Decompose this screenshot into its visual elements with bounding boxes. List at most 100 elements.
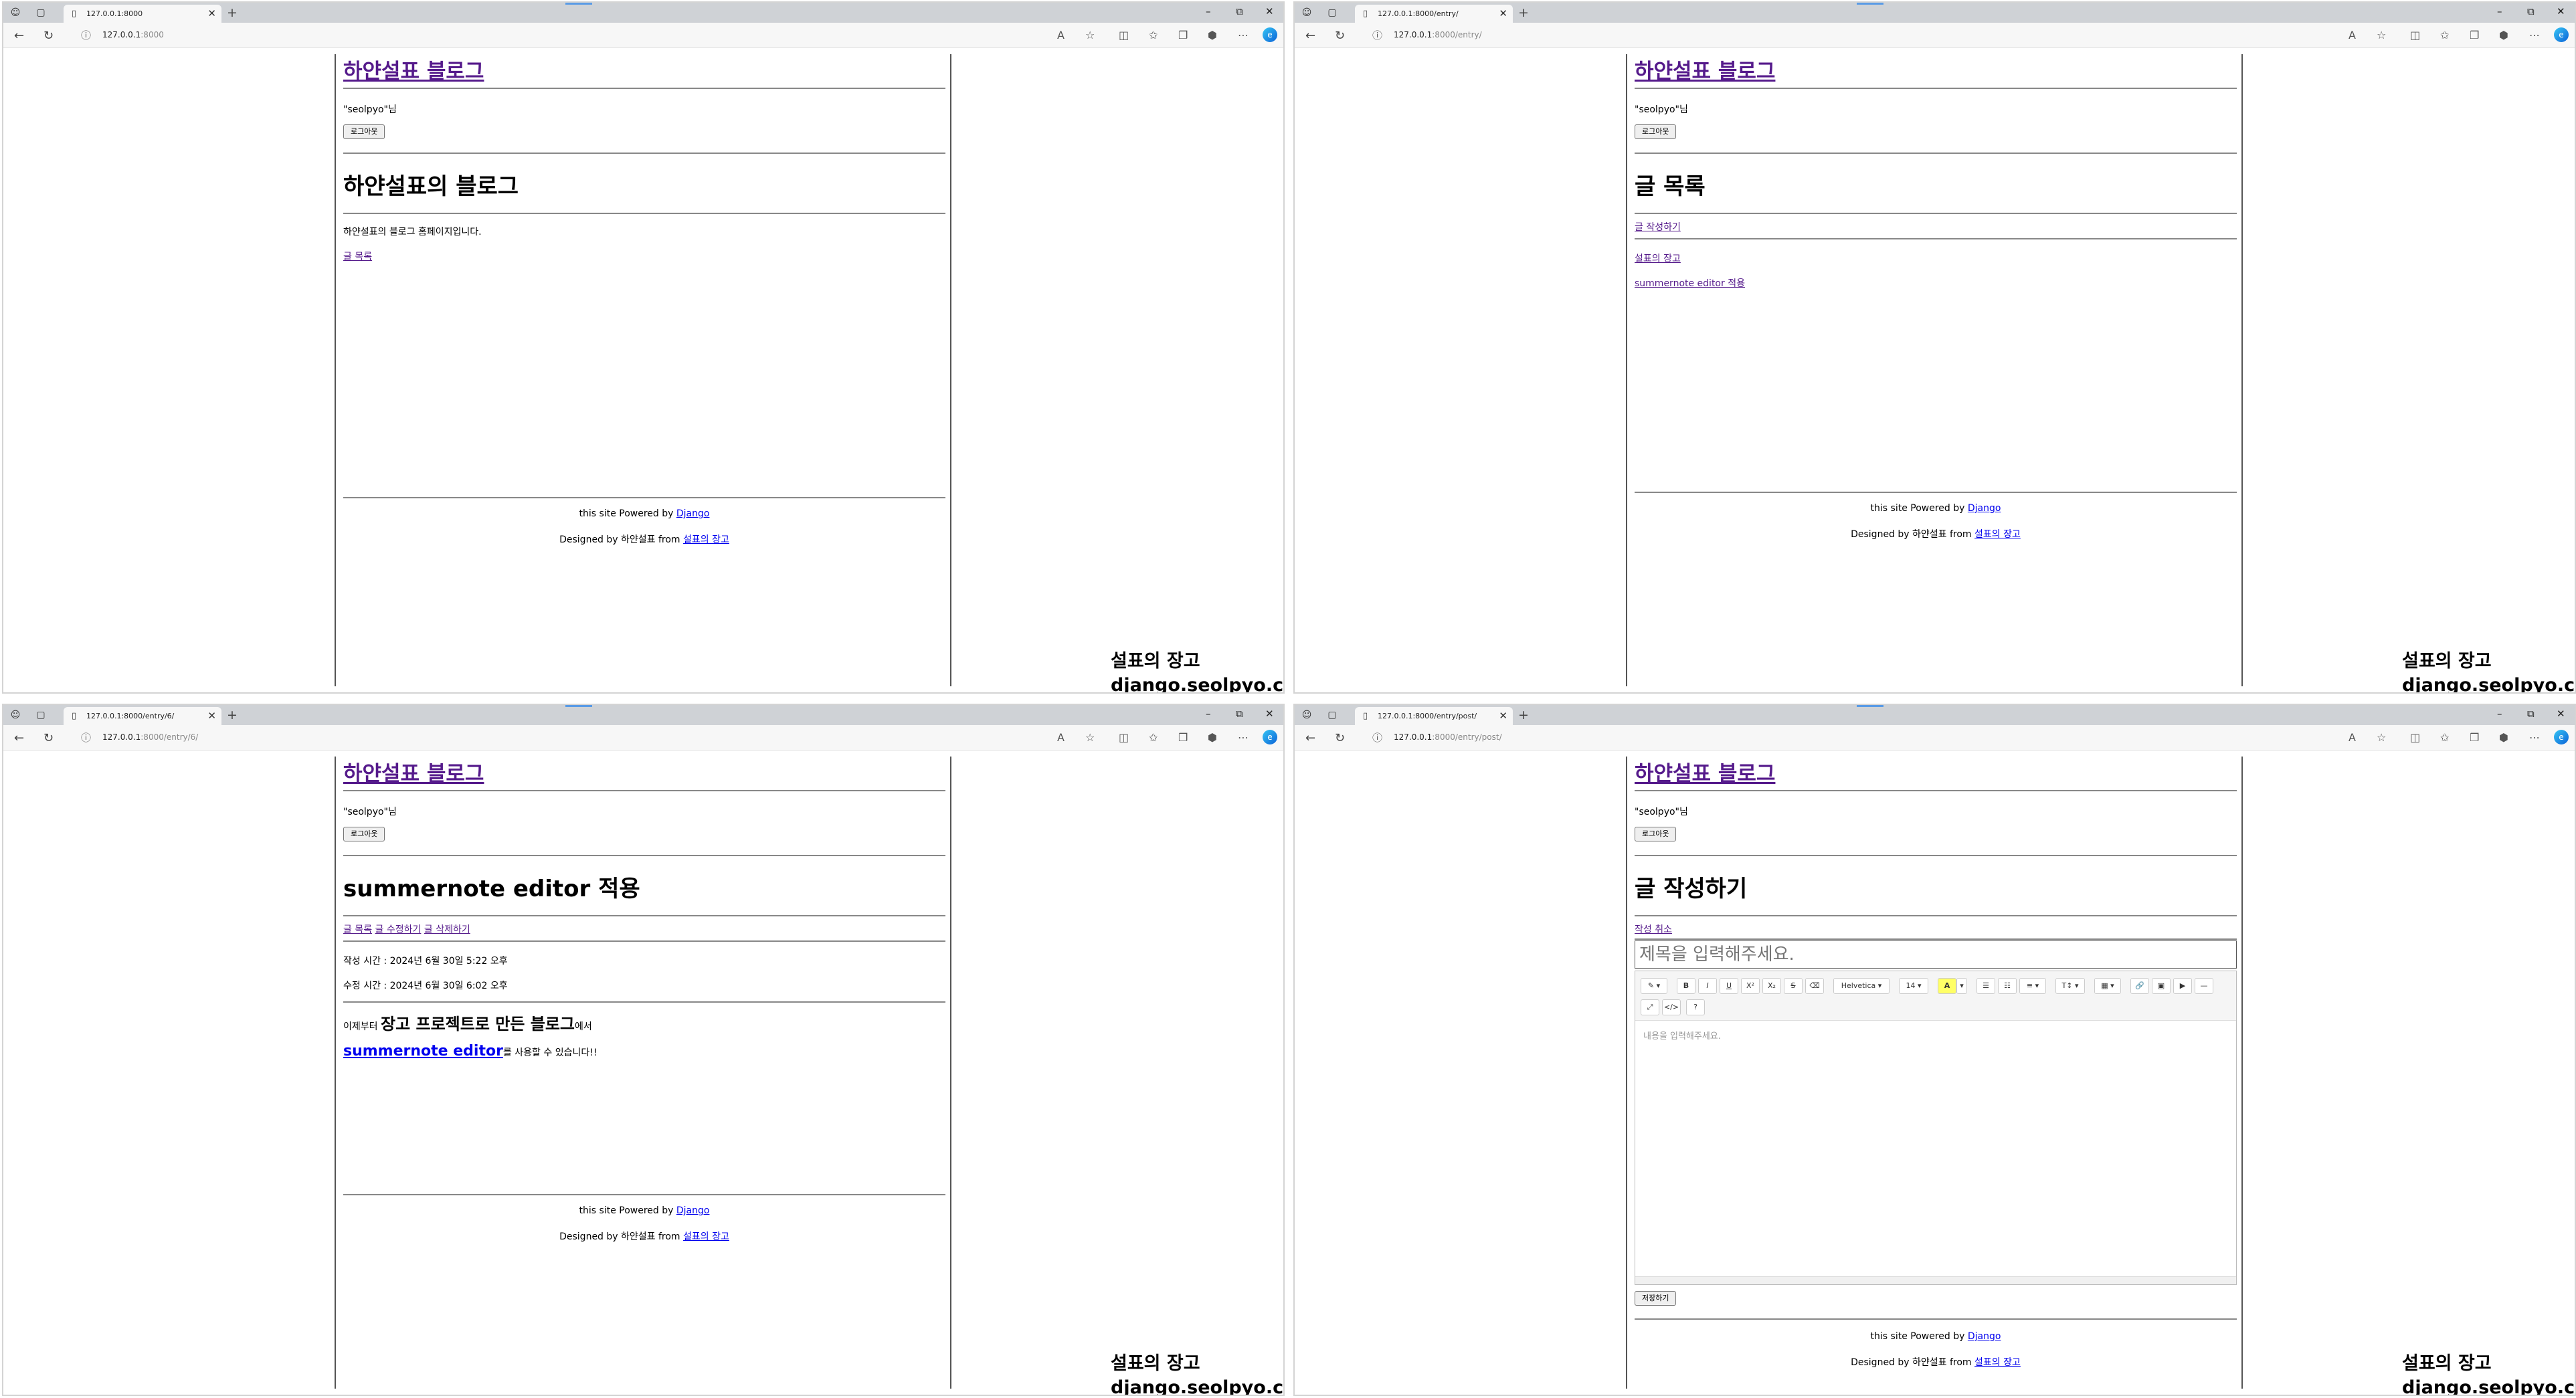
- font-name-dropdown[interactable]: Helvetica ▾: [1833, 978, 1890, 994]
- refresh-icon[interactable]: ↻: [1335, 731, 1345, 745]
- url-field[interactable]: ⓘ 127.0.0.1:8000/entry/post/: [1367, 729, 2344, 746]
- more-icon[interactable]: ⋯: [1238, 29, 1249, 41]
- seolpyo-django-link[interactable]: 설표의 장고: [1974, 1357, 2021, 1368]
- read-aloud-icon[interactable]: A: [1057, 731, 1065, 744]
- new-tab-button[interactable]: +: [227, 708, 238, 722]
- line-height-dropdown[interactable]: T↕ ▾: [2055, 978, 2085, 994]
- favorite-star-icon[interactable]: ☆: [1085, 29, 1095, 41]
- split-screen-icon[interactable]: ◫: [2410, 731, 2420, 744]
- favorites-icon[interactable]: ✩: [1149, 731, 1158, 744]
- close-icon[interactable]: ✕: [2557, 5, 2565, 17]
- tab-actions-icon[interactable]: ▢: [35, 7, 46, 18]
- entry-list-link[interactable]: 글 목록: [343, 249, 372, 263]
- more-icon[interactable]: ⋯: [2529, 731, 2540, 744]
- url-field[interactable]: ⓘ 127.0.0.1:8000/entry/: [1367, 27, 2344, 44]
- extension-icon[interactable]: ⬢: [1208, 29, 1217, 41]
- tab-close-icon[interactable]: ✕: [207, 7, 216, 19]
- favorite-star-icon[interactable]: ☆: [2377, 29, 2386, 41]
- new-tab-button[interactable]: +: [1518, 708, 1529, 722]
- help-icon[interactable]: ?: [1686, 999, 1705, 1015]
- editor-resize-bar[interactable]: [1635, 1276, 2236, 1284]
- delete-entry-link[interactable]: 글 삭제하기: [424, 924, 470, 935]
- profile-icon[interactable]: ☺: [1301, 7, 1312, 18]
- profile-icon[interactable]: ☺: [10, 710, 21, 720]
- favorite-star-icon[interactable]: ☆: [2377, 731, 2386, 744]
- bold-button[interactable]: B: [1677, 978, 1695, 994]
- collections-icon[interactable]: ❐: [1178, 29, 1188, 41]
- url-field[interactable]: ⓘ 127.0.0.1:8000: [76, 27, 1052, 44]
- tab-close-icon[interactable]: ✕: [1499, 7, 1507, 19]
- fullscreen-icon[interactable]: ⤢: [1641, 999, 1659, 1015]
- code-view-icon[interactable]: </>: [1662, 999, 1681, 1015]
- strikethrough-button[interactable]: S: [1784, 978, 1803, 994]
- info-icon[interactable]: ⓘ: [1372, 28, 1382, 42]
- minimize-icon[interactable]: –: [2497, 708, 2502, 720]
- logout-button[interactable]: 로그아웃: [343, 827, 385, 841]
- seolpyo-django-link[interactable]: 설표의 장고: [683, 534, 729, 545]
- info-icon[interactable]: ⓘ: [81, 730, 91, 744]
- tab-actions-icon[interactable]: ▢: [35, 710, 46, 720]
- read-aloud-icon[interactable]: A: [2349, 29, 2356, 41]
- new-tab-button[interactable]: +: [227, 5, 238, 20]
- close-icon[interactable]: ✕: [2557, 708, 2565, 720]
- entry-list-link[interactable]: 글 목록: [343, 924, 372, 935]
- more-icon[interactable]: ⋯: [1238, 731, 1249, 744]
- back-icon[interactable]: ←: [14, 731, 24, 745]
- tab-actions-icon[interactable]: ▢: [1327, 710, 1338, 720]
- collections-icon[interactable]: ❐: [2470, 29, 2479, 41]
- django-link[interactable]: Django: [676, 508, 710, 519]
- profile-icon[interactable]: ☺: [10, 7, 21, 18]
- split-screen-icon[interactable]: ◫: [1119, 731, 1129, 744]
- italic-button[interactable]: I: [1698, 978, 1717, 994]
- browser-tab[interactable]: ▯ 127.0.0.1:8000/entry/post/ ✕: [1355, 707, 1513, 725]
- copilot-icon[interactable]: e: [1263, 730, 1277, 744]
- entry-link-1[interactable]: 설표의 장고: [1635, 252, 1681, 265]
- horizontal-rule-icon[interactable]: —: [2195, 978, 2213, 994]
- info-icon[interactable]: ⓘ: [1372, 730, 1382, 744]
- seolpyo-django-link[interactable]: 설표의 장고: [1974, 529, 2021, 540]
- extension-icon[interactable]: ⬢: [2499, 731, 2508, 744]
- font-size-dropdown[interactable]: 14 ▾: [1899, 978, 1928, 994]
- refresh-icon[interactable]: ↻: [1335, 29, 1345, 43]
- blog-title-link[interactable]: 하얀설표 블로그: [1635, 757, 1775, 787]
- favorite-star-icon[interactable]: ☆: [1085, 731, 1095, 744]
- underline-button[interactable]: U: [1720, 978, 1738, 994]
- restore-icon[interactable]: ⧉: [2527, 708, 2535, 720]
- blog-title-link[interactable]: 하얀설표 블로그: [1635, 54, 1775, 84]
- collections-icon[interactable]: ❐: [2470, 731, 2479, 744]
- collections-icon[interactable]: ❐: [1178, 731, 1188, 744]
- tab-close-icon[interactable]: ✕: [1499, 710, 1507, 722]
- django-link[interactable]: Django: [1968, 1331, 2001, 1342]
- cancel-write-link[interactable]: 작성 취소: [1635, 922, 1672, 936]
- close-icon[interactable]: ✕: [1265, 708, 1274, 720]
- table-dropdown[interactable]: ▦ ▾: [2094, 978, 2121, 994]
- logout-button[interactable]: 로그아웃: [1635, 827, 1677, 841]
- save-button[interactable]: 저장하기: [1635, 1291, 1677, 1306]
- favorites-icon[interactable]: ✩: [2440, 29, 2449, 41]
- editor-content-area[interactable]: 내용을 입력해주세요.: [1643, 1029, 1721, 1041]
- tab-close-icon[interactable]: ✕: [207, 710, 216, 722]
- browser-tab[interactable]: ▯ 127.0.0.1:8000/entry/ ✕: [1355, 5, 1513, 23]
- back-icon[interactable]: ←: [14, 29, 24, 43]
- copilot-icon[interactable]: e: [2554, 730, 2569, 744]
- split-screen-icon[interactable]: ◫: [2410, 29, 2420, 41]
- restore-icon[interactable]: ⧉: [1236, 708, 1243, 720]
- title-input[interactable]: [1635, 940, 2237, 969]
- paragraph-dropdown[interactable]: ≡ ▾: [2019, 978, 2046, 994]
- read-aloud-icon[interactable]: A: [2349, 731, 2356, 744]
- profile-icon[interactable]: ☺: [1301, 710, 1312, 720]
- entry-link-2[interactable]: summernote editor 적용: [1635, 276, 1745, 290]
- summernote-link[interactable]: summernote editor: [343, 1043, 503, 1060]
- restore-icon[interactable]: ⧉: [1236, 5, 1243, 17]
- color-button[interactable]: A: [1938, 978, 1956, 994]
- copilot-icon[interactable]: e: [1263, 27, 1277, 42]
- seolpyo-django-link[interactable]: 설표의 장고: [683, 1231, 729, 1242]
- restore-icon[interactable]: ⧉: [2527, 5, 2535, 17]
- refresh-icon[interactable]: ↻: [43, 731, 54, 745]
- minimize-icon[interactable]: –: [1206, 708, 1211, 720]
- logout-button[interactable]: 로그아웃: [343, 124, 385, 139]
- favorites-icon[interactable]: ✩: [1149, 29, 1158, 41]
- refresh-icon[interactable]: ↻: [43, 29, 54, 43]
- django-link[interactable]: Django: [1968, 503, 2001, 514]
- info-icon[interactable]: ⓘ: [81, 28, 91, 42]
